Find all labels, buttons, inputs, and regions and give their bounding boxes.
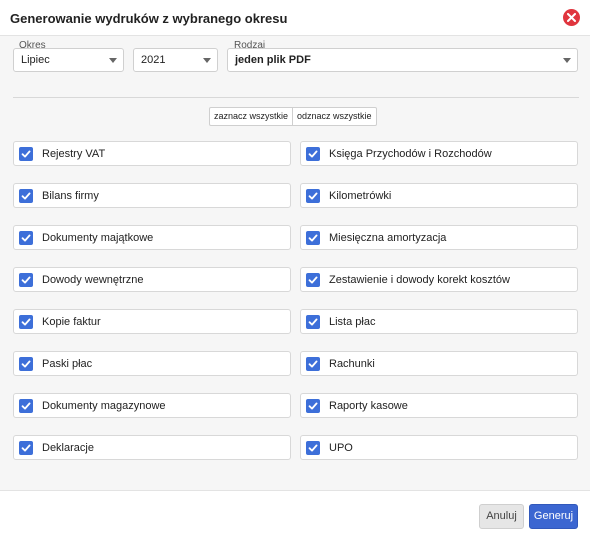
checkbox-label: UPO <box>329 442 353 454</box>
checkbox-label: Dokumenty magazynowe <box>42 400 166 412</box>
generate-button[interactable]: Generuj <box>529 504 578 529</box>
checkbox-label: Miesięczna amortyzacja <box>329 232 447 244</box>
checkmark-icon <box>21 444 31 452</box>
year-select[interactable]: 2021 <box>133 48 218 72</box>
checkbox-rejestry-vat[interactable]: Rejestry VAT <box>13 141 291 166</box>
checkbox-kopie-faktur[interactable]: Kopie faktur <box>13 309 291 334</box>
checkbox-label: Dokumenty majątkowe <box>42 232 154 244</box>
checkbox-dokumenty-majatkowe[interactable]: Dokumenty majątkowe <box>13 225 291 250</box>
month-value: Lipiec <box>21 54 50 66</box>
checkbox-deklaracje[interactable]: Deklaracje <box>13 435 291 460</box>
checkbox-lista-plac[interactable]: Lista płac <box>300 309 578 334</box>
checkbox-checked[interactable] <box>19 441 33 455</box>
checkbox-raporty-kasowe[interactable]: Raporty kasowe <box>300 393 578 418</box>
checkbox-label: Bilans firmy <box>42 190 99 202</box>
checkbox-dokumenty-magazynowe[interactable]: Dokumenty magazynowe <box>13 393 291 418</box>
month-select[interactable]: Lipiec <box>13 48 124 72</box>
close-button[interactable] <box>563 9 580 26</box>
checkbox-checked[interactable] <box>19 357 33 371</box>
checkbox-label: Rejestry VAT <box>42 148 106 160</box>
chevron-down-icon <box>563 58 571 63</box>
type-select[interactable]: jeden plik PDF <box>227 48 578 72</box>
checkbox-label: Lista płac <box>329 316 376 328</box>
cancel-button[interactable]: Anuluj <box>479 504 524 529</box>
checkbox-checked[interactable] <box>306 189 320 203</box>
checkbox-label: Kopie faktur <box>42 316 101 328</box>
checkbox-checked[interactable] <box>306 441 320 455</box>
select-all-button[interactable]: zaznacz wszystkie <box>209 107 294 126</box>
checkbox-label: Kilometrówki <box>329 190 392 202</box>
checkmark-icon <box>21 402 31 410</box>
deselect-all-button[interactable]: odznacz wszystkie <box>293 107 377 126</box>
checkbox-dowody-wewnetrzne[interactable]: Dowody wewnętrzne <box>13 267 291 292</box>
checkbox-rachunki[interactable]: Rachunki <box>300 351 578 376</box>
checkbox-zestawienie-korekt[interactable]: Zestawienie i dowody korekt kosztów <box>300 267 578 292</box>
checkbox-bilans-firmy[interactable]: Bilans firmy <box>13 183 291 208</box>
checkmark-icon <box>308 192 318 200</box>
checkmark-icon <box>21 150 31 158</box>
close-icon <box>567 13 576 22</box>
divider <box>13 97 579 98</box>
checkbox-checked[interactable] <box>19 231 33 245</box>
checkbox-miesieczna-amortyzacja[interactable]: Miesięczna amortyzacja <box>300 225 578 250</box>
checkbox-checked[interactable] <box>306 147 320 161</box>
year-value: 2021 <box>141 54 166 66</box>
checkmark-icon <box>308 150 318 158</box>
checkbox-label: Zestawienie i dowody korekt kosztów <box>329 274 510 286</box>
checkmark-icon <box>21 234 31 242</box>
checkmark-icon <box>308 318 318 326</box>
checkmark-icon <box>21 360 31 368</box>
checkbox-label: Dowody wewnętrzne <box>42 274 144 286</box>
checkbox-checked[interactable] <box>306 357 320 371</box>
checkbox-label: Raporty kasowe <box>329 400 408 412</box>
chevron-down-icon <box>109 58 117 63</box>
type-value: jeden plik PDF <box>235 54 311 66</box>
checkbox-checked[interactable] <box>19 399 33 413</box>
checkbox-ksiega-przychodow[interactable]: Księga Przychodów i Rozchodów <box>300 141 578 166</box>
checkbox-checked[interactable] <box>306 231 320 245</box>
checkbox-label: Deklaracje <box>42 442 94 454</box>
checkbox-checked[interactable] <box>306 399 320 413</box>
checkmark-icon <box>308 444 318 452</box>
checkbox-upo[interactable]: UPO <box>300 435 578 460</box>
dialog-title: Generowanie wydruków z wybranego okresu <box>10 11 288 26</box>
checkmark-icon <box>308 276 318 284</box>
checkbox-label: Rachunki <box>329 358 375 370</box>
chevron-down-icon <box>203 58 211 63</box>
checkmark-icon <box>21 192 31 200</box>
checkmark-icon <box>21 276 31 284</box>
checkbox-checked[interactable] <box>19 315 33 329</box>
checkbox-label: Paski płac <box>42 358 93 370</box>
checkbox-kilometrowki[interactable]: Kilometrówki <box>300 183 578 208</box>
checkbox-checked[interactable] <box>306 315 320 329</box>
print-dialog: Generowanie wydruków z wybranego okresu … <box>0 0 590 537</box>
checkmark-icon <box>308 402 318 410</box>
checkmark-icon <box>21 318 31 326</box>
dialog-titlebar: Generowanie wydruków z wybranego okresu <box>0 0 590 36</box>
checkbox-paski-plac[interactable]: Paski płac <box>13 351 291 376</box>
checkbox-checked[interactable] <box>19 147 33 161</box>
checkbox-checked[interactable] <box>19 273 33 287</box>
checkbox-label: Księga Przychodów i Rozchodów <box>329 148 492 160</box>
checkmark-icon <box>308 360 318 368</box>
bulk-select-group: zaznacz wszystkie odznacz wszystkie <box>209 107 377 126</box>
checkmark-icon <box>308 234 318 242</box>
checkbox-checked[interactable] <box>306 273 320 287</box>
checkbox-checked[interactable] <box>19 189 33 203</box>
